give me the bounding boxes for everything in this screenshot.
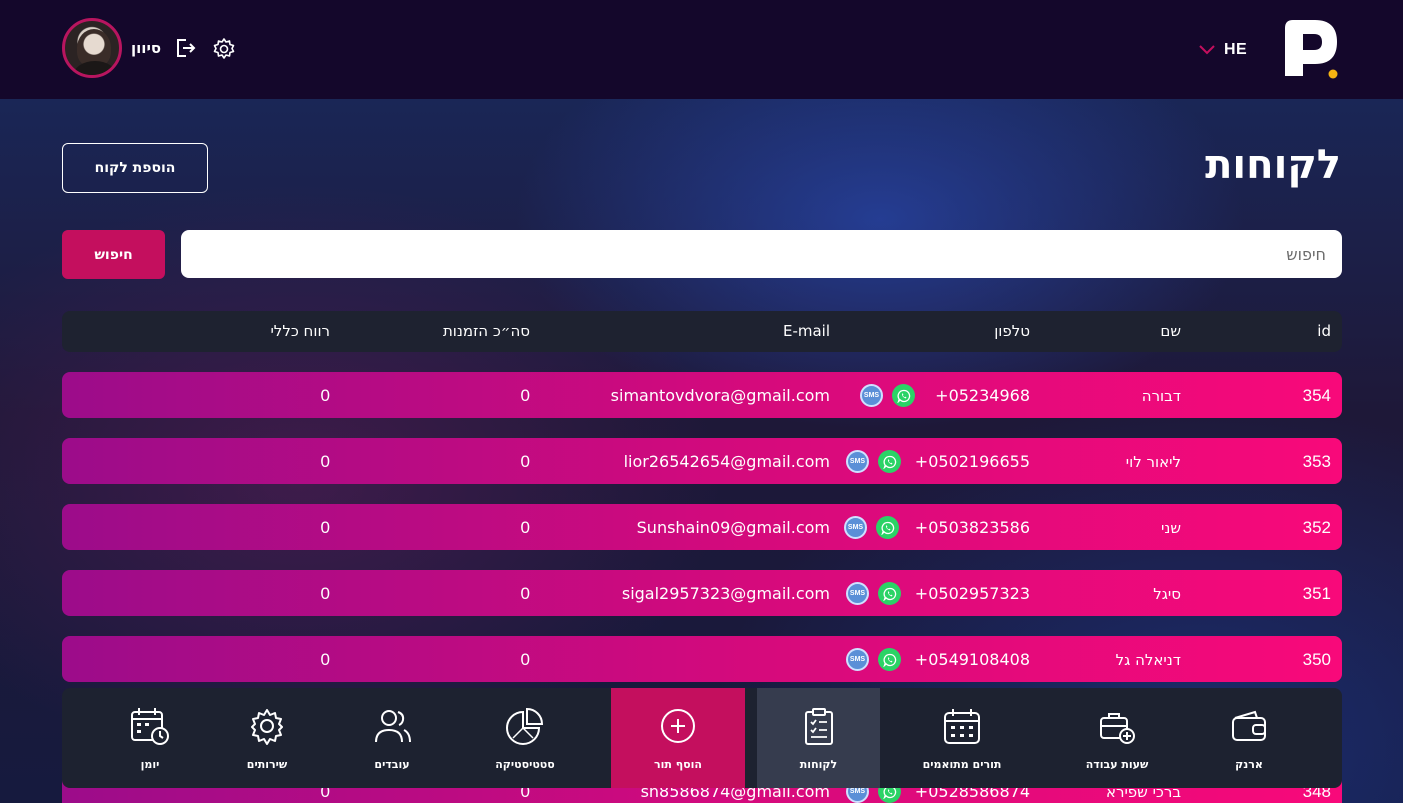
row-id: 350	[1302, 650, 1331, 669]
row-phone: +0549108408	[914, 650, 1030, 669]
contact-icons: SMS	[846, 648, 901, 671]
row-phone: +0502196655	[914, 452, 1030, 471]
row-email: simantovdvora@gmail.com	[610, 386, 830, 405]
nav-label: לקוחות	[799, 758, 838, 771]
nav-label: תורים מתואמים	[922, 758, 1002, 771]
header-id[interactable]: id	[1317, 322, 1331, 340]
row-id: 354	[1302, 386, 1331, 405]
sms-icon[interactable]: SMS	[846, 450, 869, 473]
nav-item-statistics[interactable]: סטטיסטיקה	[458, 688, 592, 788]
row-orders: 0	[520, 650, 530, 669]
table-header: id שם טלפון E-mail סה״כ הזמנות רווח כללי	[62, 311, 1342, 352]
whatsapp-icon[interactable]	[876, 516, 899, 539]
logout-icon[interactable]	[174, 37, 196, 59]
row-orders: 0	[520, 584, 530, 603]
nav-label: הוסף תור	[654, 758, 702, 771]
row-phone: +05234968	[935, 386, 1030, 405]
row-orders: 0	[520, 386, 530, 405]
nav-label: סטטיסטיקה	[495, 758, 555, 771]
contact-icons: SMS	[846, 450, 901, 473]
row-profit: 0	[320, 386, 330, 405]
row-name: דניאלה גל	[1115, 651, 1181, 669]
bottom-navigation: ארנק שעות עבודה תורים מתואמים לקוחות הוס…	[62, 688, 1342, 788]
nav-label: ארנק	[1235, 758, 1263, 771]
users-icon	[375, 710, 411, 743]
top-bar: HE סיוון	[0, 0, 1403, 99]
row-email: sigal2957323@gmail.com	[621, 584, 830, 603]
clipboard-icon	[804, 708, 833, 745]
plus-circle-icon	[661, 709, 695, 743]
header-orders[interactable]: סה״כ הזמנות	[443, 322, 530, 340]
nav-item-clients[interactable]: לקוחות	[757, 688, 880, 788]
nav-label: יומן	[140, 758, 160, 771]
add-client-button[interactable]: הוספת לקוח	[62, 143, 208, 193]
header-profit[interactable]: רווח כללי	[270, 322, 330, 340]
language-label: HE	[1224, 41, 1248, 58]
row-name: ליאור לוי	[1125, 453, 1181, 471]
row-profit: 0	[320, 518, 330, 537]
page-title: לקוחות	[1205, 142, 1341, 188]
row-email: lior26542654@gmail.com	[623, 452, 830, 471]
contact-icons: SMS	[860, 384, 915, 407]
table-row[interactable]: 353 ליאור לוי +0502196655 SMS lior265426…	[62, 438, 1342, 484]
nav-item-services[interactable]: שירותים	[200, 688, 334, 788]
wallet-icon	[1232, 710, 1266, 741]
table-row[interactable]: 350 דניאלה גל +0549108408 SMS 0 0	[62, 636, 1342, 682]
row-phone: +0503823586	[914, 518, 1030, 537]
search-input[interactable]	[181, 230, 1342, 278]
sms-icon[interactable]: SMS	[860, 384, 883, 407]
nav-label: עובדים	[374, 758, 410, 771]
gear-icon	[251, 709, 283, 745]
row-name: דבורה	[1141, 387, 1181, 405]
pie-chart-icon	[506, 707, 544, 745]
user-name: סיוון	[131, 39, 162, 57]
app-logo[interactable]	[1281, 18, 1343, 80]
nav-item-add-appointment[interactable]: הוסף תור	[611, 688, 745, 788]
calendar-clock-icon	[131, 708, 169, 745]
table-row[interactable]: 351 סיגל +0502957323 SMS sigal2957323@gm…	[62, 570, 1342, 616]
row-profit: 0	[320, 584, 330, 603]
row-id: 352	[1302, 518, 1331, 537]
whatsapp-icon[interactable]	[878, 648, 901, 671]
nav-item-work-hours[interactable]: שעות עבודה	[1050, 688, 1184, 788]
nav-item-appointments[interactable]: תורים מתואמים	[894, 688, 1030, 788]
row-id: 353	[1302, 452, 1331, 471]
nav-item-wallet[interactable]: ארנק	[1182, 688, 1316, 788]
row-orders: 0	[520, 518, 530, 537]
sms-icon[interactable]: SMS	[846, 582, 869, 605]
nav-label: שירותים	[246, 758, 288, 771]
header-phone[interactable]: טלפון	[994, 322, 1030, 340]
row-email: Sunshain09@gmail.com	[636, 518, 830, 537]
avatar[interactable]	[62, 18, 122, 78]
language-selector[interactable]: HE	[1198, 38, 1247, 62]
contact-icons: SMS	[846, 582, 901, 605]
row-phone: +0502957323	[914, 584, 1030, 603]
row-profit: 0	[320, 452, 330, 471]
sms-icon[interactable]: SMS	[846, 648, 869, 671]
whatsapp-icon[interactable]	[878, 450, 901, 473]
row-id: 351	[1302, 584, 1331, 603]
header-email[interactable]: E-mail	[783, 322, 830, 340]
row-name: סיגל	[1153, 585, 1181, 603]
gear-icon[interactable]	[212, 37, 236, 61]
search-button[interactable]: חיפוש	[62, 230, 165, 279]
nav-item-diary[interactable]: יומן	[83, 688, 217, 788]
row-name: שני	[1161, 519, 1181, 537]
contact-icons: SMS	[844, 516, 899, 539]
chevron-down-icon	[1199, 45, 1215, 55]
work-hours-icon	[1100, 713, 1135, 744]
whatsapp-icon[interactable]	[892, 384, 915, 407]
calendar-icon	[944, 709, 980, 744]
nav-item-employees[interactable]: עובדים	[325, 688, 459, 788]
row-profit: 0	[320, 650, 330, 669]
header-name[interactable]: שם	[1160, 322, 1181, 340]
row-orders: 0	[520, 452, 530, 471]
table-row[interactable]: 354 דבורה +05234968 SMS simantovdvora@gm…	[62, 372, 1342, 418]
whatsapp-icon[interactable]	[878, 582, 901, 605]
nav-label: שעות עבודה	[1085, 758, 1149, 771]
sms-icon[interactable]: SMS	[844, 516, 867, 539]
table-row[interactable]: 352 שני +0503823586 SMS Sunshain09@gmail…	[62, 504, 1342, 550]
